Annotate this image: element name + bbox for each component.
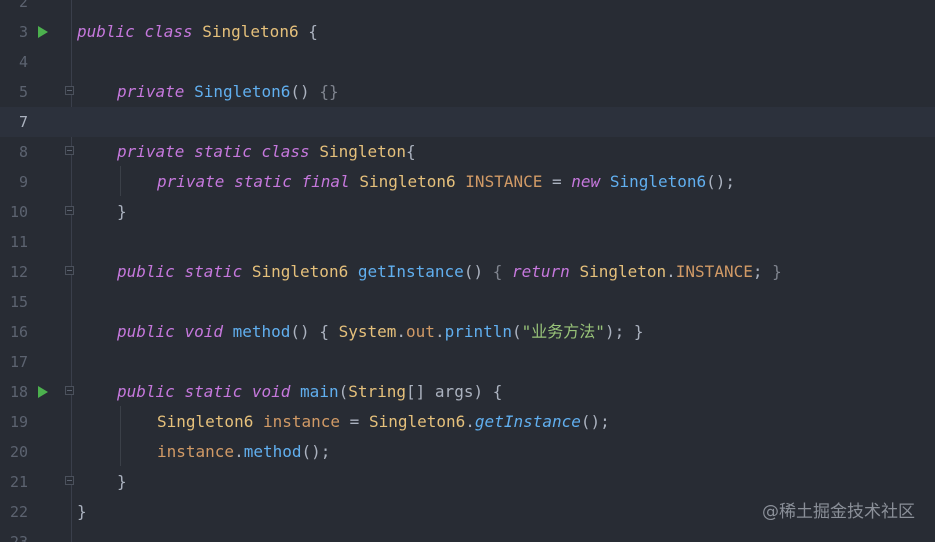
line-number: 18 (9, 383, 28, 401)
code-line-7-current[interactable]: 7 (0, 107, 935, 137)
code-line-20[interactable]: 20 instance.method(); (0, 437, 935, 467)
code-text: } (117, 472, 127, 491)
fold-marker-icon[interactable] (65, 146, 74, 155)
code-text: public class Singleton6 { (77, 22, 318, 41)
code-text: instance.method(); (157, 442, 331, 461)
code-text: public void method() { System.out.printl… (117, 322, 644, 341)
code-line-15[interactable]: 15 (0, 287, 935, 317)
code-line-5[interactable]: 5 private Singleton6() {} (0, 77, 935, 107)
line-number: 2 (18, 0, 28, 11)
line-number: 3 (18, 23, 28, 41)
watermark: @稀土掘金技术社区 (762, 502, 915, 522)
code-line-11[interactable]: 11 (0, 227, 935, 257)
line-number: 22 (9, 503, 28, 521)
code-line-9[interactable]: 9 private static final Singleton6 INSTAN… (0, 167, 935, 197)
line-number: 20 (9, 443, 28, 461)
code-text: Singleton6 instance = Singleton6.getInst… (157, 412, 610, 431)
code-text: } (77, 502, 87, 521)
code-line-4[interactable]: 4 (0, 47, 935, 77)
code-text: } (117, 202, 127, 221)
fold-marker-icon[interactable] (65, 386, 74, 395)
line-number: 12 (9, 263, 28, 281)
code-line-16[interactable]: 16 public void method() { System.out.pri… (0, 317, 935, 347)
line-number: 11 (9, 233, 28, 251)
code-line-12[interactable]: 12 public static Singleton6 getInstance(… (0, 257, 935, 287)
line-number: 4 (18, 53, 28, 71)
line-number: 17 (9, 353, 28, 371)
fold-marker-icon[interactable] (65, 476, 74, 485)
fold-marker-icon[interactable] (65, 266, 74, 275)
run-gutter-icon[interactable] (38, 26, 48, 38)
code-editor[interactable]: 2 3 public class Singleton6 { 4 5 privat… (0, 0, 935, 542)
line-number: 7 (18, 113, 28, 131)
code-text: public static Singleton6 getInstance() {… (117, 262, 782, 281)
fold-marker-icon[interactable] (65, 206, 74, 215)
code-line-8[interactable]: 8 private static class Singleton{ (0, 137, 935, 167)
code-text: public static void main(String[] args) { (117, 382, 503, 401)
line-number: 8 (18, 143, 28, 161)
code-line-19[interactable]: 19 Singleton6 instance = Singleton6.getI… (0, 407, 935, 437)
code-line-3[interactable]: 3 public class Singleton6 { (0, 17, 935, 47)
line-number: 23 (9, 533, 28, 542)
line-number: 21 (9, 473, 28, 491)
fold-marker-icon[interactable] (65, 86, 74, 95)
code-text: private static final Singleton6 INSTANCE… (157, 172, 736, 191)
run-gutter-icon[interactable] (38, 386, 48, 398)
line-number: 10 (9, 203, 28, 221)
code-text: private Singleton6() {} (117, 82, 339, 101)
line-number: 16 (9, 323, 28, 341)
code-line-17[interactable]: 17 (0, 347, 935, 377)
line-number: 15 (9, 293, 28, 311)
code-line-23[interactable]: 23 (0, 527, 935, 542)
line-number: 9 (18, 173, 28, 191)
line-number: 5 (18, 83, 28, 101)
code-line-10[interactable]: 10 } (0, 197, 935, 227)
code-line-2[interactable]: 2 (0, 0, 935, 17)
line-number: 19 (9, 413, 28, 431)
code-line-21[interactable]: 21 } (0, 467, 935, 497)
code-line-18[interactable]: 18 public static void main(String[] args… (0, 377, 935, 407)
code-text: private static class Singleton{ (117, 142, 416, 161)
